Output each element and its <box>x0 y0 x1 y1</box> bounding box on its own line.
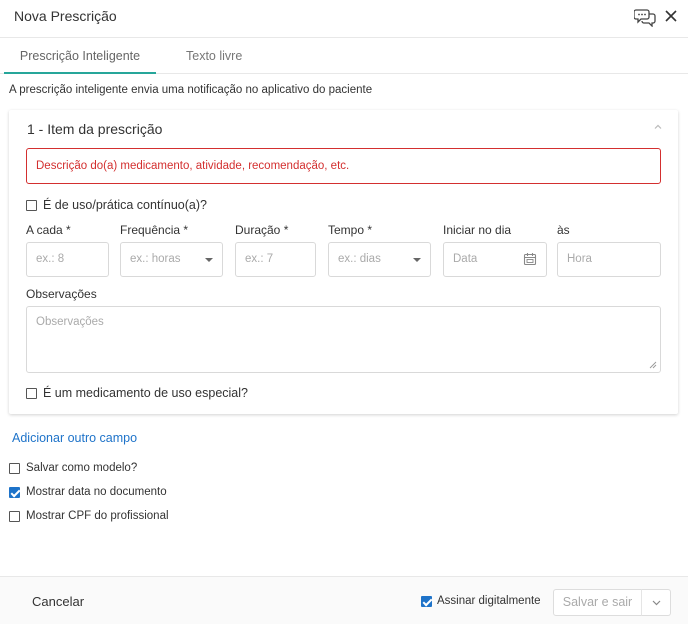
tempo-label: Tempo * <box>328 223 373 237</box>
show-date-label: Mostrar data no documento <box>26 486 167 498</box>
checkbox-box[interactable] <box>9 510 20 522</box>
checkbox-box[interactable] <box>26 199 37 211</box>
a-cada-input[interactable]: ex.: 8 <box>26 242 109 277</box>
frequencia-label: Frequência * <box>120 223 189 237</box>
show-cpf-checkbox[interactable]: Mostrar CPF do profissional <box>9 510 169 522</box>
special-use-checkbox[interactable]: É um medicamento de uso especial? <box>26 386 248 400</box>
resize-handle-icon[interactable] <box>649 361 657 369</box>
duracao-input[interactable]: ex.: 7 <box>235 242 316 277</box>
duracao-label: Duração * <box>235 223 289 237</box>
show-cpf-label: Mostrar CPF do profissional <box>26 510 169 522</box>
save-as-template-label: Salvar como modelo? <box>26 462 138 474</box>
calendar-icon[interactable] <box>523 252 537 266</box>
prescription-item-card: 1 - Item da prescrição Descrição do(a) m… <box>9 110 678 414</box>
save-options-dropdown[interactable] <box>641 589 671 616</box>
continuous-use-label: É de uso/prática contínuo(a)? <box>43 198 207 212</box>
tab-texto-livre[interactable]: Texto livre <box>186 38 242 74</box>
description-input[interactable]: Descrição do(a) medicamento, atividade, … <box>26 148 661 184</box>
show-date-checkbox[interactable]: Mostrar data no documento <box>9 486 167 498</box>
tab-bar: Prescrição Inteligente Texto livre <box>0 38 688 74</box>
a-cada-label: A cada * <box>26 223 71 237</box>
special-use-label: É um medicamento de uso especial? <box>43 386 248 400</box>
date-input[interactable]: Data <box>443 242 547 277</box>
chat-bubbles-icon[interactable] <box>634 7 656 27</box>
iniciar-label: Iniciar no dia <box>443 223 512 237</box>
modal-title: Nova Prescrição <box>14 8 117 24</box>
close-icon[interactable] <box>663 8 679 24</box>
checkbox-box[interactable] <box>26 387 37 399</box>
save-as-template-checkbox[interactable]: Salvar como modelo? <box>9 462 137 474</box>
tempo-placeholder: ex.: dias <box>338 253 381 265</box>
as-label: às <box>557 223 570 237</box>
continuous-use-checkbox[interactable]: É de uso/prática contínuo(a)? <box>26 198 207 212</box>
item-title: 1 - Item da prescrição <box>27 121 163 137</box>
chevron-up-icon[interactable] <box>653 122 663 132</box>
cancel-button[interactable]: Cancelar <box>32 594 84 609</box>
tempo-select[interactable]: ex.: dias <box>328 242 431 277</box>
observacoes-placeholder: Observações <box>36 316 104 328</box>
date-placeholder: Data <box>453 253 478 265</box>
checkbox-box-checked[interactable] <box>9 486 20 498</box>
sign-digitally-checkbox[interactable]: Assinar digitalmente <box>421 595 541 607</box>
dropdown-arrow-icon <box>413 258 421 262</box>
save-and-exit-button[interactable]: Salvar e sair <box>553 589 642 616</box>
checkbox-box[interactable] <box>9 462 20 474</box>
frequencia-placeholder: ex.: horas <box>130 253 181 265</box>
sign-digitally-label: Assinar digitalmente <box>437 595 541 607</box>
observacoes-textarea[interactable]: Observações <box>26 306 661 373</box>
frequencia-select[interactable]: ex.: horas <box>120 242 223 277</box>
time-placeholder: Hora <box>567 253 592 265</box>
dropdown-arrow-icon <box>205 258 213 262</box>
add-field-link[interactable]: Adicionar outro campo <box>12 431 137 445</box>
modal-header: Nova Prescrição <box>0 0 688 38</box>
chevron-down-icon <box>652 600 661 606</box>
tab-prescricao-inteligente[interactable]: Prescrição Inteligente <box>4 38 156 74</box>
a-cada-placeholder: ex.: 8 <box>36 253 65 265</box>
observacoes-label: Observações <box>26 287 97 301</box>
notice-text: A prescrição inteligente envia uma notif… <box>9 84 373 96</box>
time-input[interactable]: Hora <box>557 242 661 277</box>
checkbox-box-checked[interactable] <box>421 595 432 607</box>
duracao-placeholder: ex.: 7 <box>245 253 274 265</box>
modal-footer: Cancelar Assinar digitalmente Salvar e s… <box>0 576 688 624</box>
